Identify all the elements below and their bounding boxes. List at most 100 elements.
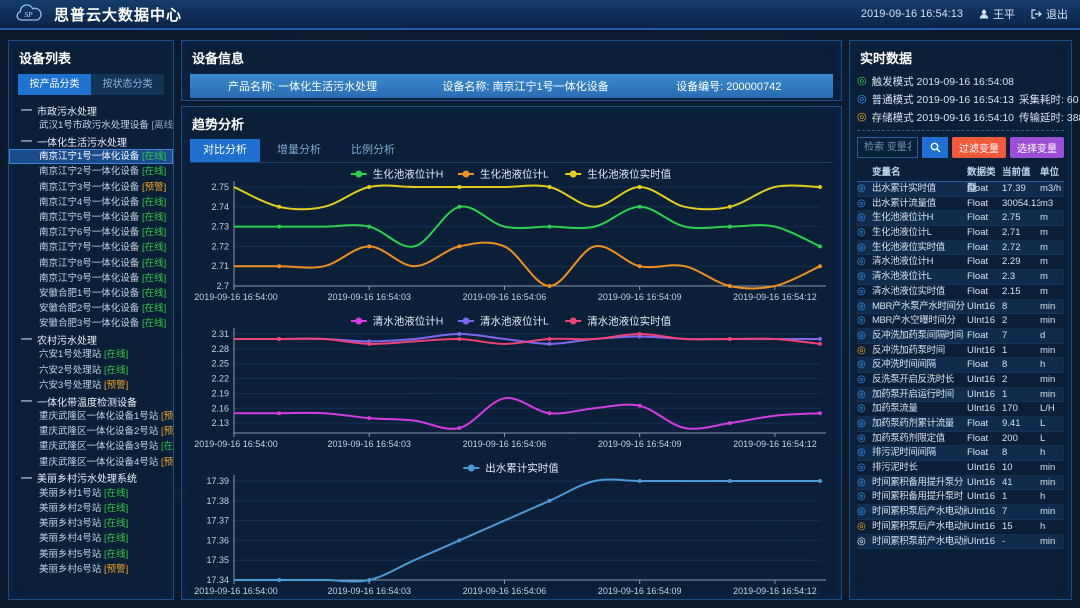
device-item[interactable]: 美丽乡村6号站 [预警] <box>9 562 173 577</box>
variable-row[interactable]: ◎ 反冲洗加药泵间隔时间 Float 7 d <box>857 329 1064 344</box>
variable-row[interactable]: ◎ 生化池液位计L Float 2.71 m <box>857 226 1064 241</box>
device-item[interactable]: 重庆武隆区一体化设备1号站 [预警] <box>9 409 173 424</box>
target-icon[interactable]: ◎ <box>857 417 872 431</box>
legend-item[interactable]: 出水累计实时值 <box>463 462 559 475</box>
target-icon[interactable]: ◎ <box>857 300 872 314</box>
legend-item[interactable]: 清水池液位计L <box>458 315 549 328</box>
target-icon[interactable]: ◎ <box>857 535 872 549</box>
variable-row[interactable]: ◎ 清水池液位计H Float 2.29 m <box>857 255 1064 270</box>
tab-ratio-analysis[interactable]: 比例分析 <box>338 139 408 162</box>
legend-item[interactable]: 清水池液位实时值 <box>565 315 671 328</box>
search-input[interactable] <box>857 137 918 158</box>
variable-row[interactable]: ◎ 生化池液位实时值 Float 2.72 m <box>857 241 1064 256</box>
target-icon[interactable]: ◎ <box>857 344 872 358</box>
device-item[interactable]: 安徽合肥3号一体化设备 [在线] <box>9 316 173 331</box>
device-item[interactable]: 南京江宁4号一体化设备 [在线] <box>9 195 173 210</box>
tree-group[interactable]: —美丽乡村污水处理系统 <box>9 470 173 486</box>
legend-item[interactable]: 生化池液位计H <box>351 168 444 181</box>
device-item[interactable]: 六安2号处理站 [在线] <box>9 363 173 378</box>
target-icon[interactable]: ◎ <box>857 211 872 225</box>
variable-row[interactable]: ◎ 加药泵开启运行时间 UInt16 1 min <box>857 388 1064 403</box>
target-icon[interactable]: ◎ <box>857 520 872 534</box>
target-icon[interactable]: ◎ <box>857 285 872 299</box>
device-item[interactable]: 南京江宁5号一体化设备 [在线] <box>9 210 173 225</box>
device-item[interactable]: 美丽乡村4号站 [在线] <box>9 531 173 546</box>
device-item[interactable]: 重庆武隆区一体化设备3号站 [在线] <box>9 439 173 454</box>
device-item[interactable]: 六安1号处理站 [在线] <box>9 347 173 362</box>
target-icon[interactable]: ◎ <box>857 388 872 402</box>
legend-item[interactable]: 清水池液位计H <box>351 315 444 328</box>
device-item[interactable]: 南京江宁2号一体化设备 [在线] <box>9 164 173 179</box>
target-icon[interactable]: ◎ <box>857 505 872 519</box>
variable-row[interactable]: ◎ 时间累积泵后产水电动阀时 UInt16 15 h <box>857 520 1064 535</box>
variable-row[interactable]: ◎ 加药泵流量 UInt16 170 L/H <box>857 402 1064 417</box>
device-item[interactable]: 美丽乡村1号站 [在线] <box>9 486 173 501</box>
sidebar-tab-by-status[interactable]: 按状态分类 <box>91 74 164 95</box>
variable-row[interactable]: ◎ MBR产水泵产水时间分 UInt16 8 min <box>857 300 1064 315</box>
variable-row[interactable]: ◎ MBR产水空曝时间分 UInt16 2 min <box>857 314 1064 329</box>
target-icon[interactable]: ◎ <box>857 490 872 504</box>
variable-row[interactable]: ◎ 时间累积泵前产水电动阀分 UInt16 - min <box>857 535 1064 550</box>
device-item[interactable]: 南京江宁6号一体化设备 [在线] <box>9 225 173 240</box>
legend-item[interactable]: 生化池液位计L <box>458 168 549 181</box>
device-item[interactable]: 南京江宁7号一体化设备 [在线] <box>9 240 173 255</box>
device-item[interactable]: 南京江宁9号一体化设备 [在线] <box>9 271 173 286</box>
variable-row[interactable]: ◎ 时间累积泵后产水电动阀分 UInt16 7 min <box>857 505 1064 520</box>
target-icon[interactable]: ◎ <box>857 461 872 475</box>
device-item[interactable]: 南京江宁1号一体化设备 [在线] <box>9 149 173 164</box>
logout-button[interactable]: 退出 <box>1031 6 1068 22</box>
tree-group[interactable]: —一体化生活污水处理 <box>9 133 173 149</box>
variable-row[interactable]: ◎ 时间累积备用提升泵分 UInt16 41 min <box>857 476 1064 491</box>
target-icon[interactable]: ◎ <box>857 241 872 255</box>
target-icon[interactable]: ◎ <box>857 314 872 328</box>
target-icon[interactable]: ◎ <box>857 402 872 416</box>
tab-increment-analysis[interactable]: 增量分析 <box>264 139 334 162</box>
search-button[interactable] <box>922 137 948 158</box>
device-item[interactable]: 重庆武隆区一体化设备2号站 [预警] <box>9 424 173 439</box>
device-item[interactable]: 南京江宁3号一体化设备 [预警] <box>9 180 173 195</box>
trend-chart-cleanwater-level: 2.132.162.192.222.252.282.312019-09-16 1… <box>188 311 836 457</box>
variable-row[interactable]: ◎ 排污泥时间间隔 Float 8 h <box>857 446 1064 461</box>
target-icon[interactable]: ◎ <box>857 226 872 240</box>
target-icon[interactable]: ◎ <box>857 270 872 284</box>
variable-row[interactable]: ◎ 出水累计流量值 Float 30054.13 m3 <box>857 197 1064 212</box>
filter-variable-button[interactable]: 过滤变量 <box>952 137 1006 158</box>
user-menu[interactable]: 王平 <box>979 6 1015 22</box>
device-item[interactable]: 重庆武隆区一体化设备4号站 [预警] <box>9 455 173 470</box>
target-icon[interactable]: ◎ <box>857 476 872 490</box>
variable-row[interactable]: ◎ 生化池液位计H Float 2.75 m <box>857 211 1064 226</box>
tree-group[interactable]: —农村污水处理 <box>9 331 173 347</box>
target-icon[interactable]: ◎ <box>857 432 872 446</box>
variable-row[interactable]: ◎ 清水池液位计L Float 2.3 m <box>857 270 1064 285</box>
device-item[interactable]: 美丽乡村5号站 [在线] <box>9 547 173 562</box>
legend-item[interactable]: 生化池液位实时值 <box>565 168 671 181</box>
variable-row[interactable]: ◎ 加药泵药剂累计流量 Float 9.41 L <box>857 417 1064 432</box>
device-item[interactable]: 六安3号处理站 [预警] <box>9 378 173 393</box>
variable-row[interactable]: ◎ 反洗泵开启反洗时长 UInt16 2 min <box>857 373 1064 388</box>
target-icon[interactable]: ◎ <box>857 182 872 196</box>
variable-row[interactable]: ◎ 反冲洗加药泵时间 UInt16 1 min <box>857 344 1064 359</box>
variable-row[interactable]: ◎ 时间累积备用提升泵时 UInt16 1 h <box>857 490 1064 505</box>
target-icon[interactable]: ◎ <box>857 329 872 343</box>
device-item[interactable]: 武汉1号市政污水处理设备 [离线] <box>9 118 173 133</box>
target-icon[interactable]: ◎ <box>857 373 872 387</box>
variable-row[interactable]: ◎ 出水累计实时值 Float 17.39 m3/h <box>857 182 1064 197</box>
device-item[interactable]: 安徽合肥2号一体化设备 [在线] <box>9 301 173 316</box>
target-icon[interactable]: ◎ <box>857 358 872 372</box>
tab-compare-analysis[interactable]: 对比分析 <box>190 139 260 162</box>
tree-group[interactable]: —市政污水处理 <box>9 102 173 118</box>
variable-row[interactable]: ◎ 排污泥时长 UInt16 10 min <box>857 461 1064 476</box>
select-variable-button[interactable]: 选择变量 <box>1010 137 1064 158</box>
device-item[interactable]: 美丽乡村2号站 [在线] <box>9 501 173 516</box>
device-item[interactable]: 南京江宁8号一体化设备 [在线] <box>9 256 173 271</box>
target-icon[interactable]: ◎ <box>857 255 872 269</box>
variable-row[interactable]: ◎ 加药泵药剂限定值 Float 200 L <box>857 432 1064 447</box>
tree-group[interactable]: —一体化带温度检测设备 <box>9 393 173 409</box>
target-icon[interactable]: ◎ <box>857 197 872 211</box>
target-icon[interactable]: ◎ <box>857 446 872 460</box>
device-item[interactable]: 安徽合肥1号一体化设备 [在线] <box>9 286 173 301</box>
variable-row[interactable]: ◎ 清水池液位实时值 Float 2.15 m <box>857 285 1064 300</box>
sidebar-tab-by-product[interactable]: 按产品分类 <box>18 74 91 95</box>
device-item[interactable]: 美丽乡村3号站 [在线] <box>9 516 173 531</box>
variable-row[interactable]: ◎ 反冲洗时间间隔 Float 8 h <box>857 358 1064 373</box>
